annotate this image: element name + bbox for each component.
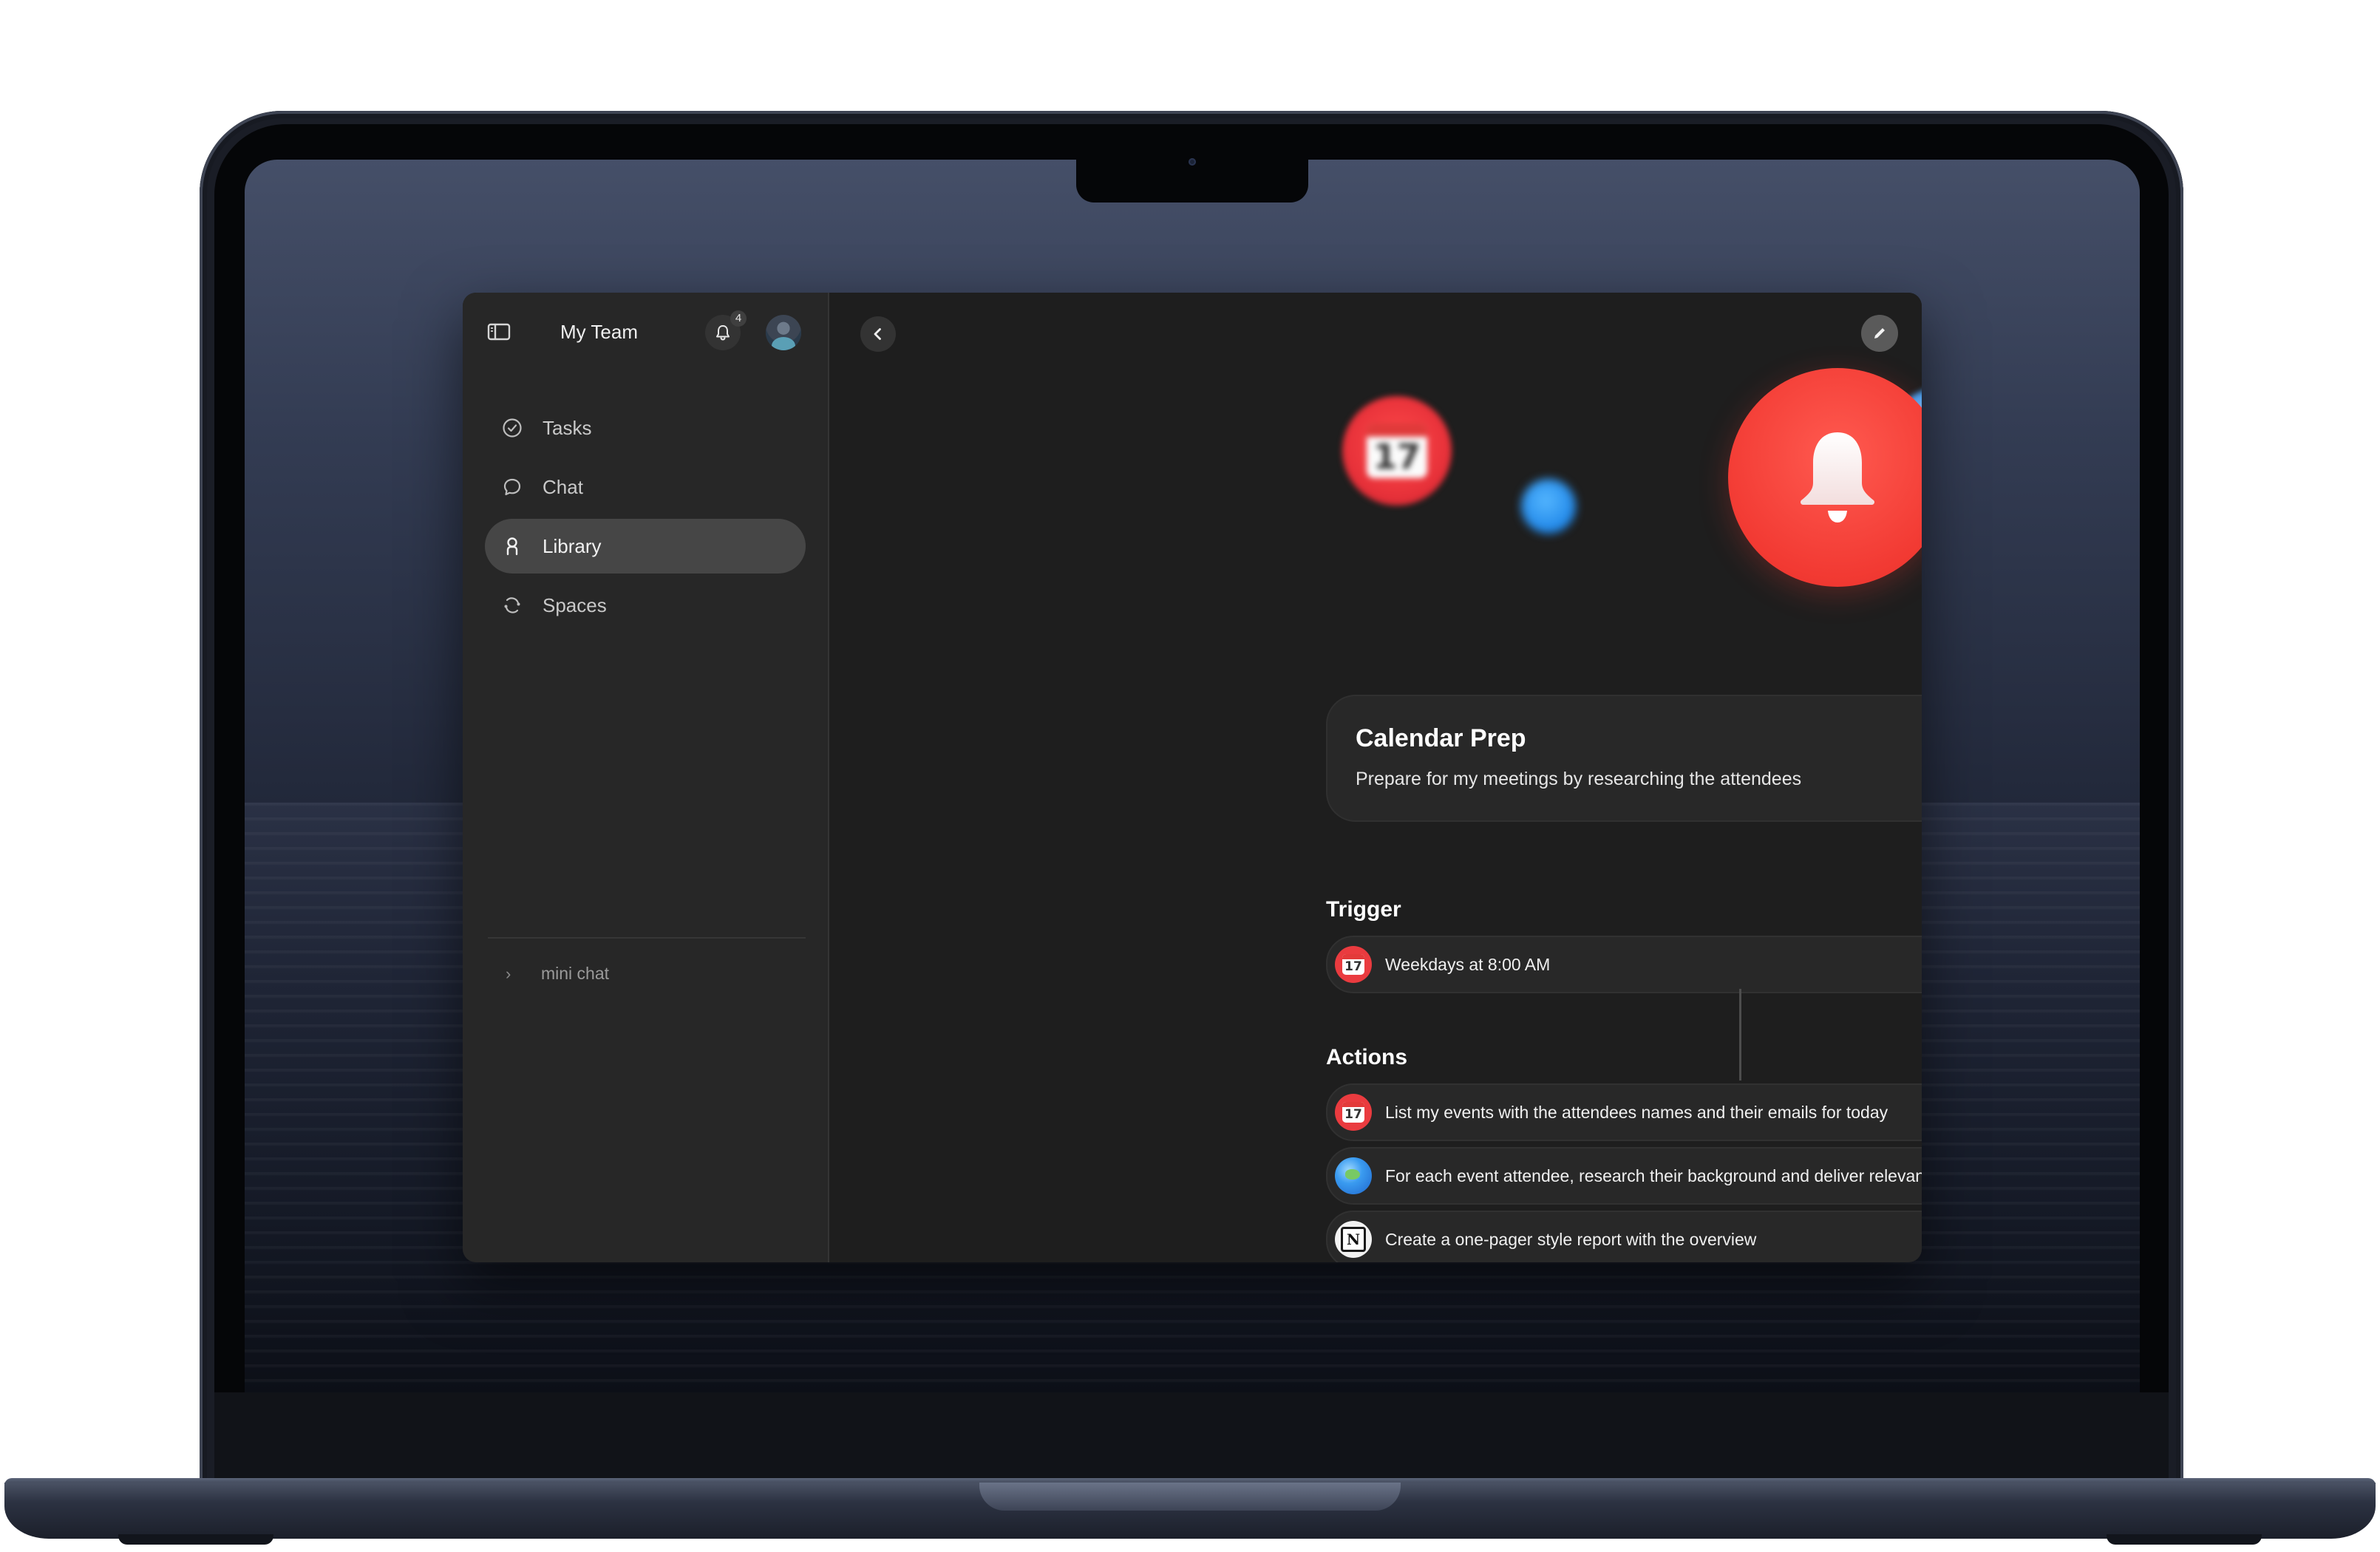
sidebar-toggle-icon[interactable] bbox=[486, 319, 511, 344]
dot-icon bbox=[1521, 479, 1576, 534]
sidebar-item-spaces[interactable]: Spaces bbox=[485, 578, 806, 633]
workflow-title: Calendar Prep bbox=[1356, 724, 1526, 752]
sidebar-item-label: Spaces bbox=[543, 593, 607, 616]
trigger-row[interactable]: 17 Weekdays at 8:00 AM bbox=[1326, 936, 1922, 993]
workflow-description: Prepare for my meetings by researching t… bbox=[1356, 769, 1802, 789]
action-text: List my events with the attendees names … bbox=[1385, 1102, 1888, 1122]
user-avatar[interactable] bbox=[766, 315, 801, 350]
laptop-foot bbox=[2107, 1534, 2262, 1545]
sidebar-item-label: Tasks bbox=[543, 416, 592, 439]
sidebar: My Team 4 Tasks Chat Library Spaces › mi… bbox=[463, 293, 829, 1262]
check-circle-icon bbox=[500, 415, 525, 440]
camera-icon bbox=[1189, 158, 1196, 166]
calendar-icon: 17 bbox=[1335, 946, 1372, 983]
sidebar-header: My Team 4 bbox=[463, 293, 828, 372]
notion-icon: N bbox=[1335, 1221, 1372, 1258]
calendar-icon: 17 bbox=[1335, 1094, 1372, 1131]
notification-count-badge: 4 bbox=[730, 310, 747, 327]
app-window: My Team 4 Tasks Chat Library Spaces › mi… bbox=[463, 293, 1922, 1262]
mini-chat-toggle[interactable]: › mini chat bbox=[506, 964, 609, 984]
action-row[interactable]: For each event attendee, research their … bbox=[1326, 1147, 1922, 1205]
calendar-icon: 17 bbox=[1342, 396, 1452, 506]
workflow-card: Calendar Prep Prepare for my meetings by… bbox=[1326, 695, 1922, 822]
back-button[interactable] bbox=[860, 316, 896, 352]
actions-heading: Actions bbox=[1326, 1045, 1408, 1069]
chevron-left-icon bbox=[874, 328, 881, 340]
laptop-bottom-bezel bbox=[214, 1392, 2169, 1488]
sidebar-nav: Tasks Chat Library Spaces bbox=[485, 401, 806, 637]
team-switcher[interactable]: My Team bbox=[560, 321, 638, 344]
sidebar-item-library[interactable]: Library bbox=[485, 519, 806, 574]
library-icon bbox=[500, 534, 525, 559]
laptop-foot bbox=[118, 1534, 273, 1545]
sidebar-item-chat[interactable]: Chat bbox=[485, 460, 806, 514]
trigger-heading: Trigger bbox=[1326, 897, 1401, 922]
laptop-opening-notch bbox=[979, 1483, 1401, 1511]
trigger-text: Weekdays at 8:00 AM bbox=[1385, 954, 1551, 974]
sidebar-item-label: Chat bbox=[543, 475, 583, 498]
mini-chat-label: mini chat bbox=[541, 964, 610, 983]
main-content: 17 N Calendar Prep Prepare for my mee bbox=[829, 293, 1922, 1262]
action-text: Create a one-pager style report with the… bbox=[1385, 1229, 1757, 1249]
edit-button[interactable] bbox=[1861, 315, 1898, 352]
flow-connector bbox=[1739, 989, 1741, 1080]
sidebar-divider bbox=[488, 937, 806, 939]
pencil-icon bbox=[1874, 328, 1885, 338]
chat-bubble-icon bbox=[500, 474, 525, 500]
globe-icon bbox=[1335, 1157, 1372, 1194]
bell-icon bbox=[716, 325, 730, 341]
action-row[interactable]: 17 List my events with the attendees nam… bbox=[1326, 1083, 1922, 1141]
sidebar-item-tasks[interactable]: Tasks bbox=[485, 401, 806, 455]
action-row[interactable]: N Create a one-pager style report with t… bbox=[1326, 1211, 1922, 1262]
action-text: For each event attendee, research their … bbox=[1385, 1165, 1922, 1185]
chevron-right-icon: › bbox=[506, 964, 511, 983]
spaces-icon bbox=[500, 593, 525, 618]
bell-icon bbox=[1728, 368, 1922, 587]
sidebar-item-label: Library bbox=[543, 534, 602, 557]
